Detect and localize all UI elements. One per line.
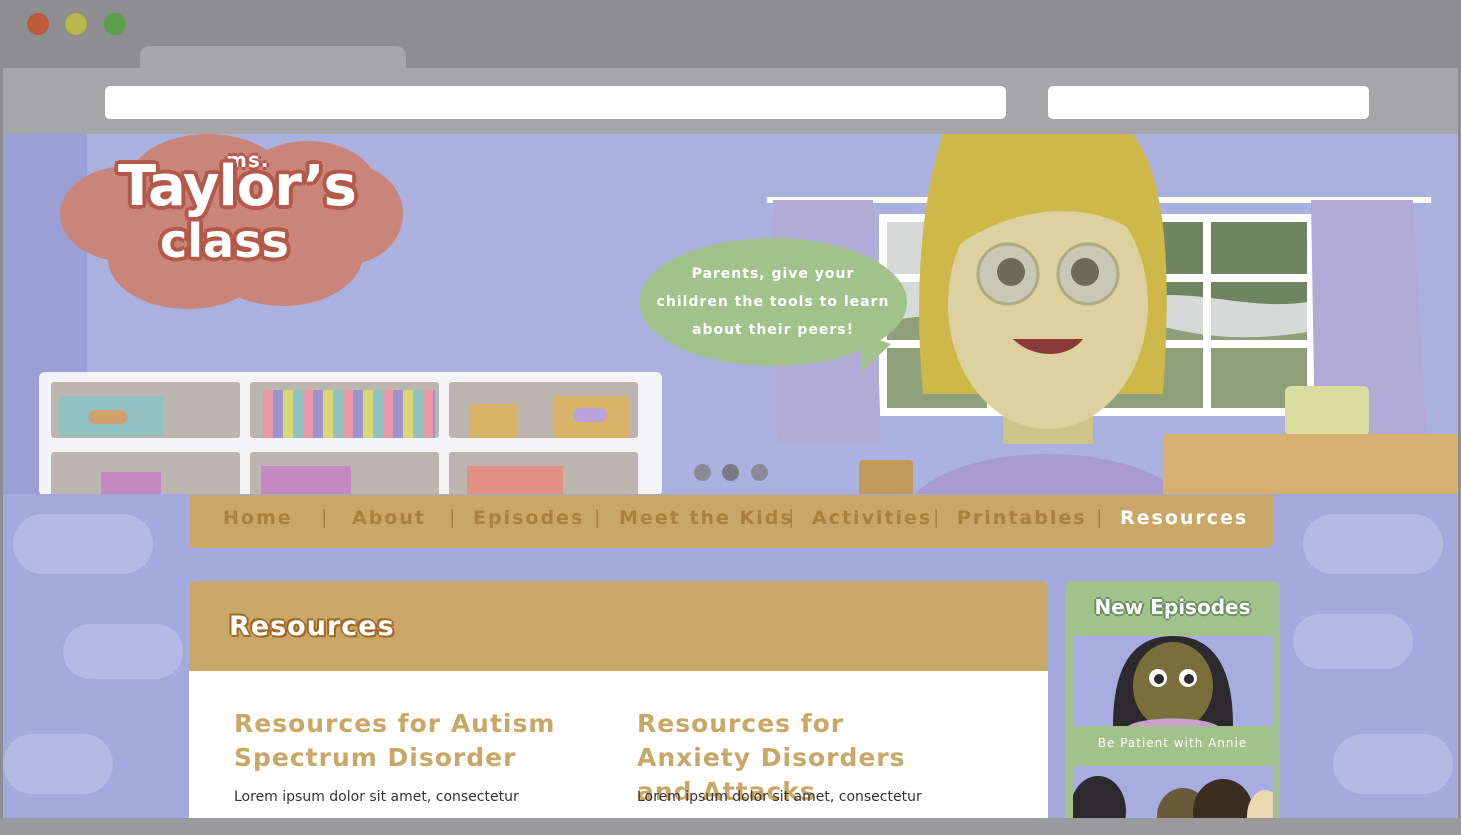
carousel-dot-1[interactable] xyxy=(694,464,711,481)
episode-thumbnail-2[interactable] xyxy=(1073,766,1273,818)
address-bar[interactable] xyxy=(105,86,1006,119)
resource-excerpt-autism: Lorem ipsum dolor sit amet, consectetur xyxy=(234,789,519,805)
page-title: Resources xyxy=(229,611,395,642)
new-episodes-sidebar: New Episodes Be Patient with Annie xyxy=(1065,581,1280,818)
browser-frame-left xyxy=(0,0,3,835)
browser-frame-bottom xyxy=(0,818,1461,835)
desk-illustration xyxy=(1163,434,1458,496)
carousel-dot-3[interactable] xyxy=(751,464,768,481)
resources-header: Resources xyxy=(189,581,1048,671)
minimize-window-button[interactable] xyxy=(65,13,87,35)
nav-separator: | xyxy=(1096,506,1103,528)
browser-search-input[interactable] xyxy=(1048,86,1369,119)
episode-title-1[interactable]: Be Patient with Annie xyxy=(1065,736,1280,750)
nav-separator: | xyxy=(321,506,328,528)
nav-about[interactable]: About xyxy=(352,507,426,529)
cup-illustration xyxy=(859,460,913,496)
episode-thumbnail-1[interactable] xyxy=(1073,636,1273,726)
nav-activities[interactable]: Activities xyxy=(812,507,932,529)
annie-illustration xyxy=(1113,636,1233,726)
speech-bubble-text: Parents, give your children the tools to… xyxy=(656,266,890,338)
resource-link-autism[interactable]: Resources for Autism Spectrum Disorder xyxy=(234,707,564,775)
resources-panel: Resources Resources for Autism Spectrum … xyxy=(189,581,1048,818)
nav-episodes[interactable]: Episodes xyxy=(473,507,584,529)
kids-group-illustration xyxy=(1073,776,1273,818)
browser-tab[interactable] xyxy=(140,46,406,70)
logo-class: class xyxy=(160,214,289,268)
logo-taylors: Taylor’s xyxy=(118,154,357,219)
nav-printables[interactable]: Printables xyxy=(957,507,1087,529)
nav-separator: | xyxy=(788,506,795,528)
nav-separator: | xyxy=(594,506,601,528)
web-page: ms. Taylor’s class Parents, give your ch… xyxy=(3,134,1458,818)
nav-separator: | xyxy=(933,506,940,528)
tissue-box-illustration xyxy=(1285,386,1369,436)
site-logo[interactable]: ms. Taylor’s class xyxy=(58,134,408,314)
maximize-window-button[interactable] xyxy=(104,13,126,35)
nav-home[interactable]: Home xyxy=(223,507,293,529)
close-window-button[interactable] xyxy=(27,13,49,35)
resource-excerpt-anxiety: Lorem ipsum dolor sit amet, consectetur xyxy=(637,789,922,805)
sidebar-title: New Episodes xyxy=(1094,595,1251,619)
main-navigation: Home | About | Episodes | Meet the Kids … xyxy=(189,495,1273,548)
carousel-dot-2[interactable] xyxy=(722,464,739,481)
nav-resources[interactable]: Resources xyxy=(1120,507,1248,529)
bookshelf-illustration xyxy=(39,372,662,502)
nav-separator: | xyxy=(449,506,456,528)
nav-meet-the-kids[interactable]: Meet the Kids xyxy=(619,507,794,529)
